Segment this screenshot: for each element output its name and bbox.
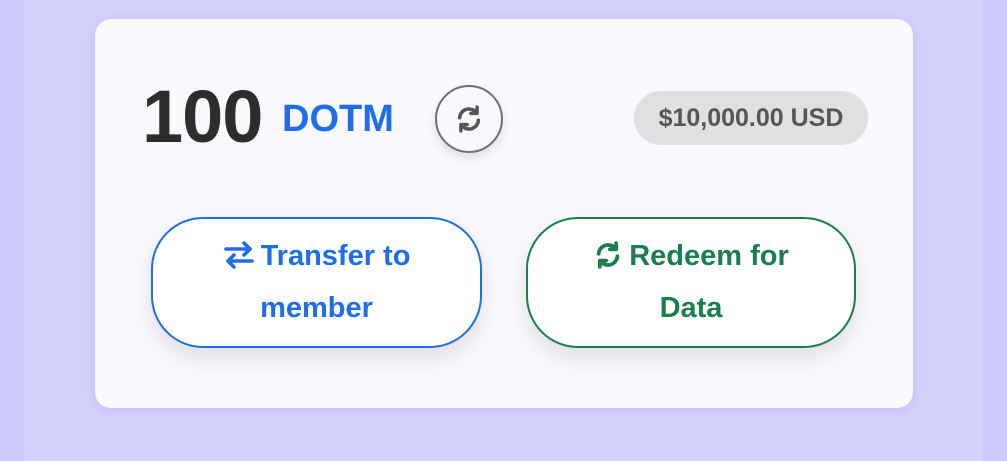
sync-icon xyxy=(454,104,484,134)
redeem-button-label: Redeem for Data xyxy=(629,240,789,324)
exchange-arrows-icon xyxy=(223,238,255,285)
right-border-strip xyxy=(983,0,1007,461)
sync-icon xyxy=(593,238,623,285)
refresh-balance-button[interactable] xyxy=(435,85,503,153)
usd-value-badge: $10,000.00 USD xyxy=(634,91,868,145)
transfer-button-label: Transfer to member xyxy=(260,240,411,324)
balance-amount: 100 xyxy=(142,75,263,158)
wallet-balance-card: 100 DOTM $10,000.00 USD Transfer to memb… xyxy=(95,19,913,408)
redeem-for-data-button[interactable]: Redeem for Data xyxy=(526,217,856,348)
transfer-to-member-button[interactable]: Transfer to member xyxy=(151,217,482,348)
left-border-strip xyxy=(0,0,24,461)
token-symbol: DOTM xyxy=(282,98,394,140)
